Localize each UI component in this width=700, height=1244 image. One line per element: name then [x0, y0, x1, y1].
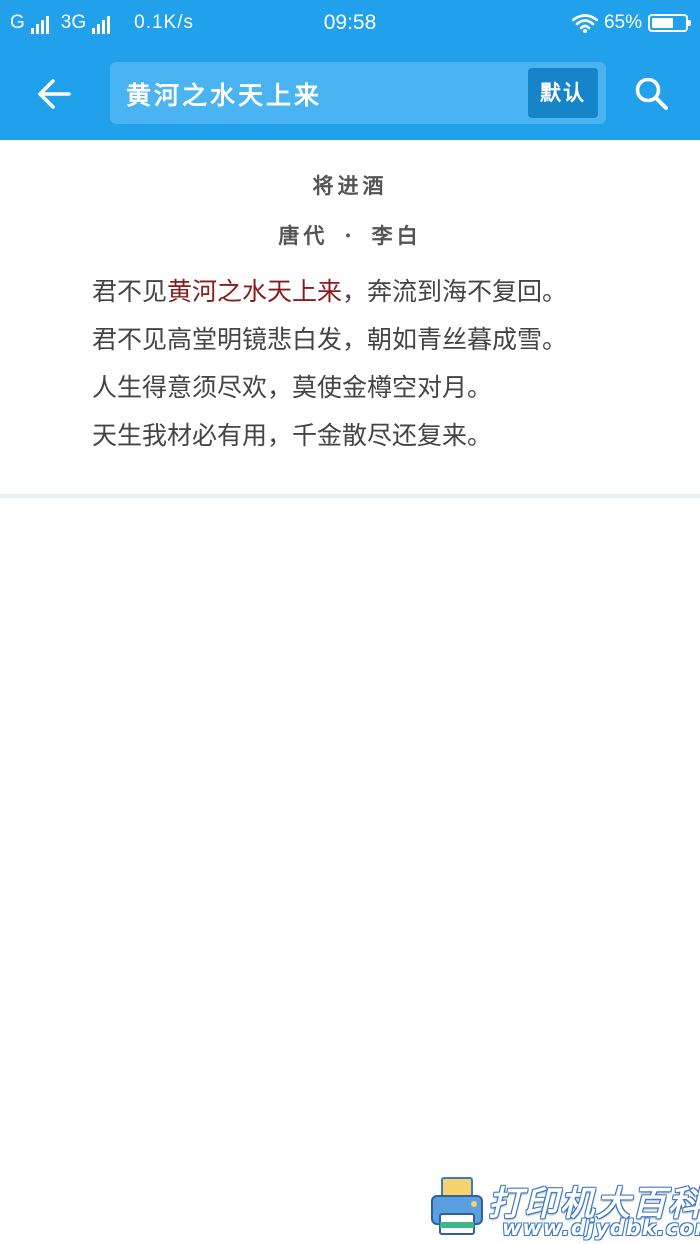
- arrow-left-icon: [38, 79, 71, 109]
- poem-meta: 唐代 · 李白: [0, 220, 700, 250]
- poem-title: 将进酒: [312, 173, 388, 198]
- poem-dynasty: 唐代: [278, 223, 329, 248]
- poem-line-text: 天生我材必有用，千金散尽还复来。: [92, 421, 493, 450]
- status-bar-right: 65%: [571, 12, 691, 34]
- poem-line: 天生我材必有用，千金散尽还复来。: [92, 412, 660, 460]
- watermark-url: www.djydbk.com: [502, 1216, 700, 1240]
- battery-fill: [652, 18, 673, 28]
- poem-line-text: 君不见高堂明镜悲白发，朝如青丝暮成雪。: [92, 325, 568, 354]
- poem-line-text: 人生得意须尽欢，莫使金樽空对月。: [92, 373, 493, 402]
- app-bar: G 3G 0.1K/s 09:58 65% 黄河之水天上来 默认: [0, 0, 700, 140]
- poem-lines: 君不见黄河之水天上来，奔流到海不复回。 君不见高堂明镜悲白发，朝如青丝暮成雪。 …: [92, 268, 660, 460]
- card-divider: [0, 494, 700, 498]
- poem-line: 君不见黄河之水天上来，奔流到海不复回。: [92, 268, 660, 316]
- poem-card[interactable]: 将进酒 唐代 · 李白 君不见黄河之水天上来，奔流到海不复回。 君不见高堂明镜悲白发…: [0, 140, 700, 496]
- search-button[interactable]: [626, 70, 678, 118]
- search-match-highlight: 黄河之水天上来: [167, 277, 343, 306]
- poem-line: 人生得意须尽欢，莫使金樽空对月。: [92, 364, 660, 412]
- search-box: 默认: [110, 62, 606, 124]
- poem-line: 君不见高堂明镜悲白发，朝如青丝暮成雪。: [92, 316, 660, 364]
- search-input[interactable]: [124, 70, 528, 118]
- poem-author: 李白: [371, 223, 422, 248]
- search-icon: [635, 77, 668, 110]
- back-button[interactable]: [28, 70, 80, 118]
- wifi-icon: [571, 14, 598, 33]
- poem-line-text: 君不见: [92, 277, 168, 306]
- printer-logo-icon: [431, 1177, 483, 1235]
- battery-icon: [648, 14, 691, 32]
- battery-percent: 65%: [603, 12, 642, 33]
- default-button[interactable]: 默认: [528, 68, 598, 118]
- meta-separator: ·: [344, 223, 356, 248]
- status-bar: G 3G 0.1K/s 09:58 65%: [0, 0, 700, 46]
- watermark: 打印机大百科 www.djydbk.com: [426, 1166, 700, 1244]
- poem-line-text: ，奔流到海不复回。: [342, 277, 568, 306]
